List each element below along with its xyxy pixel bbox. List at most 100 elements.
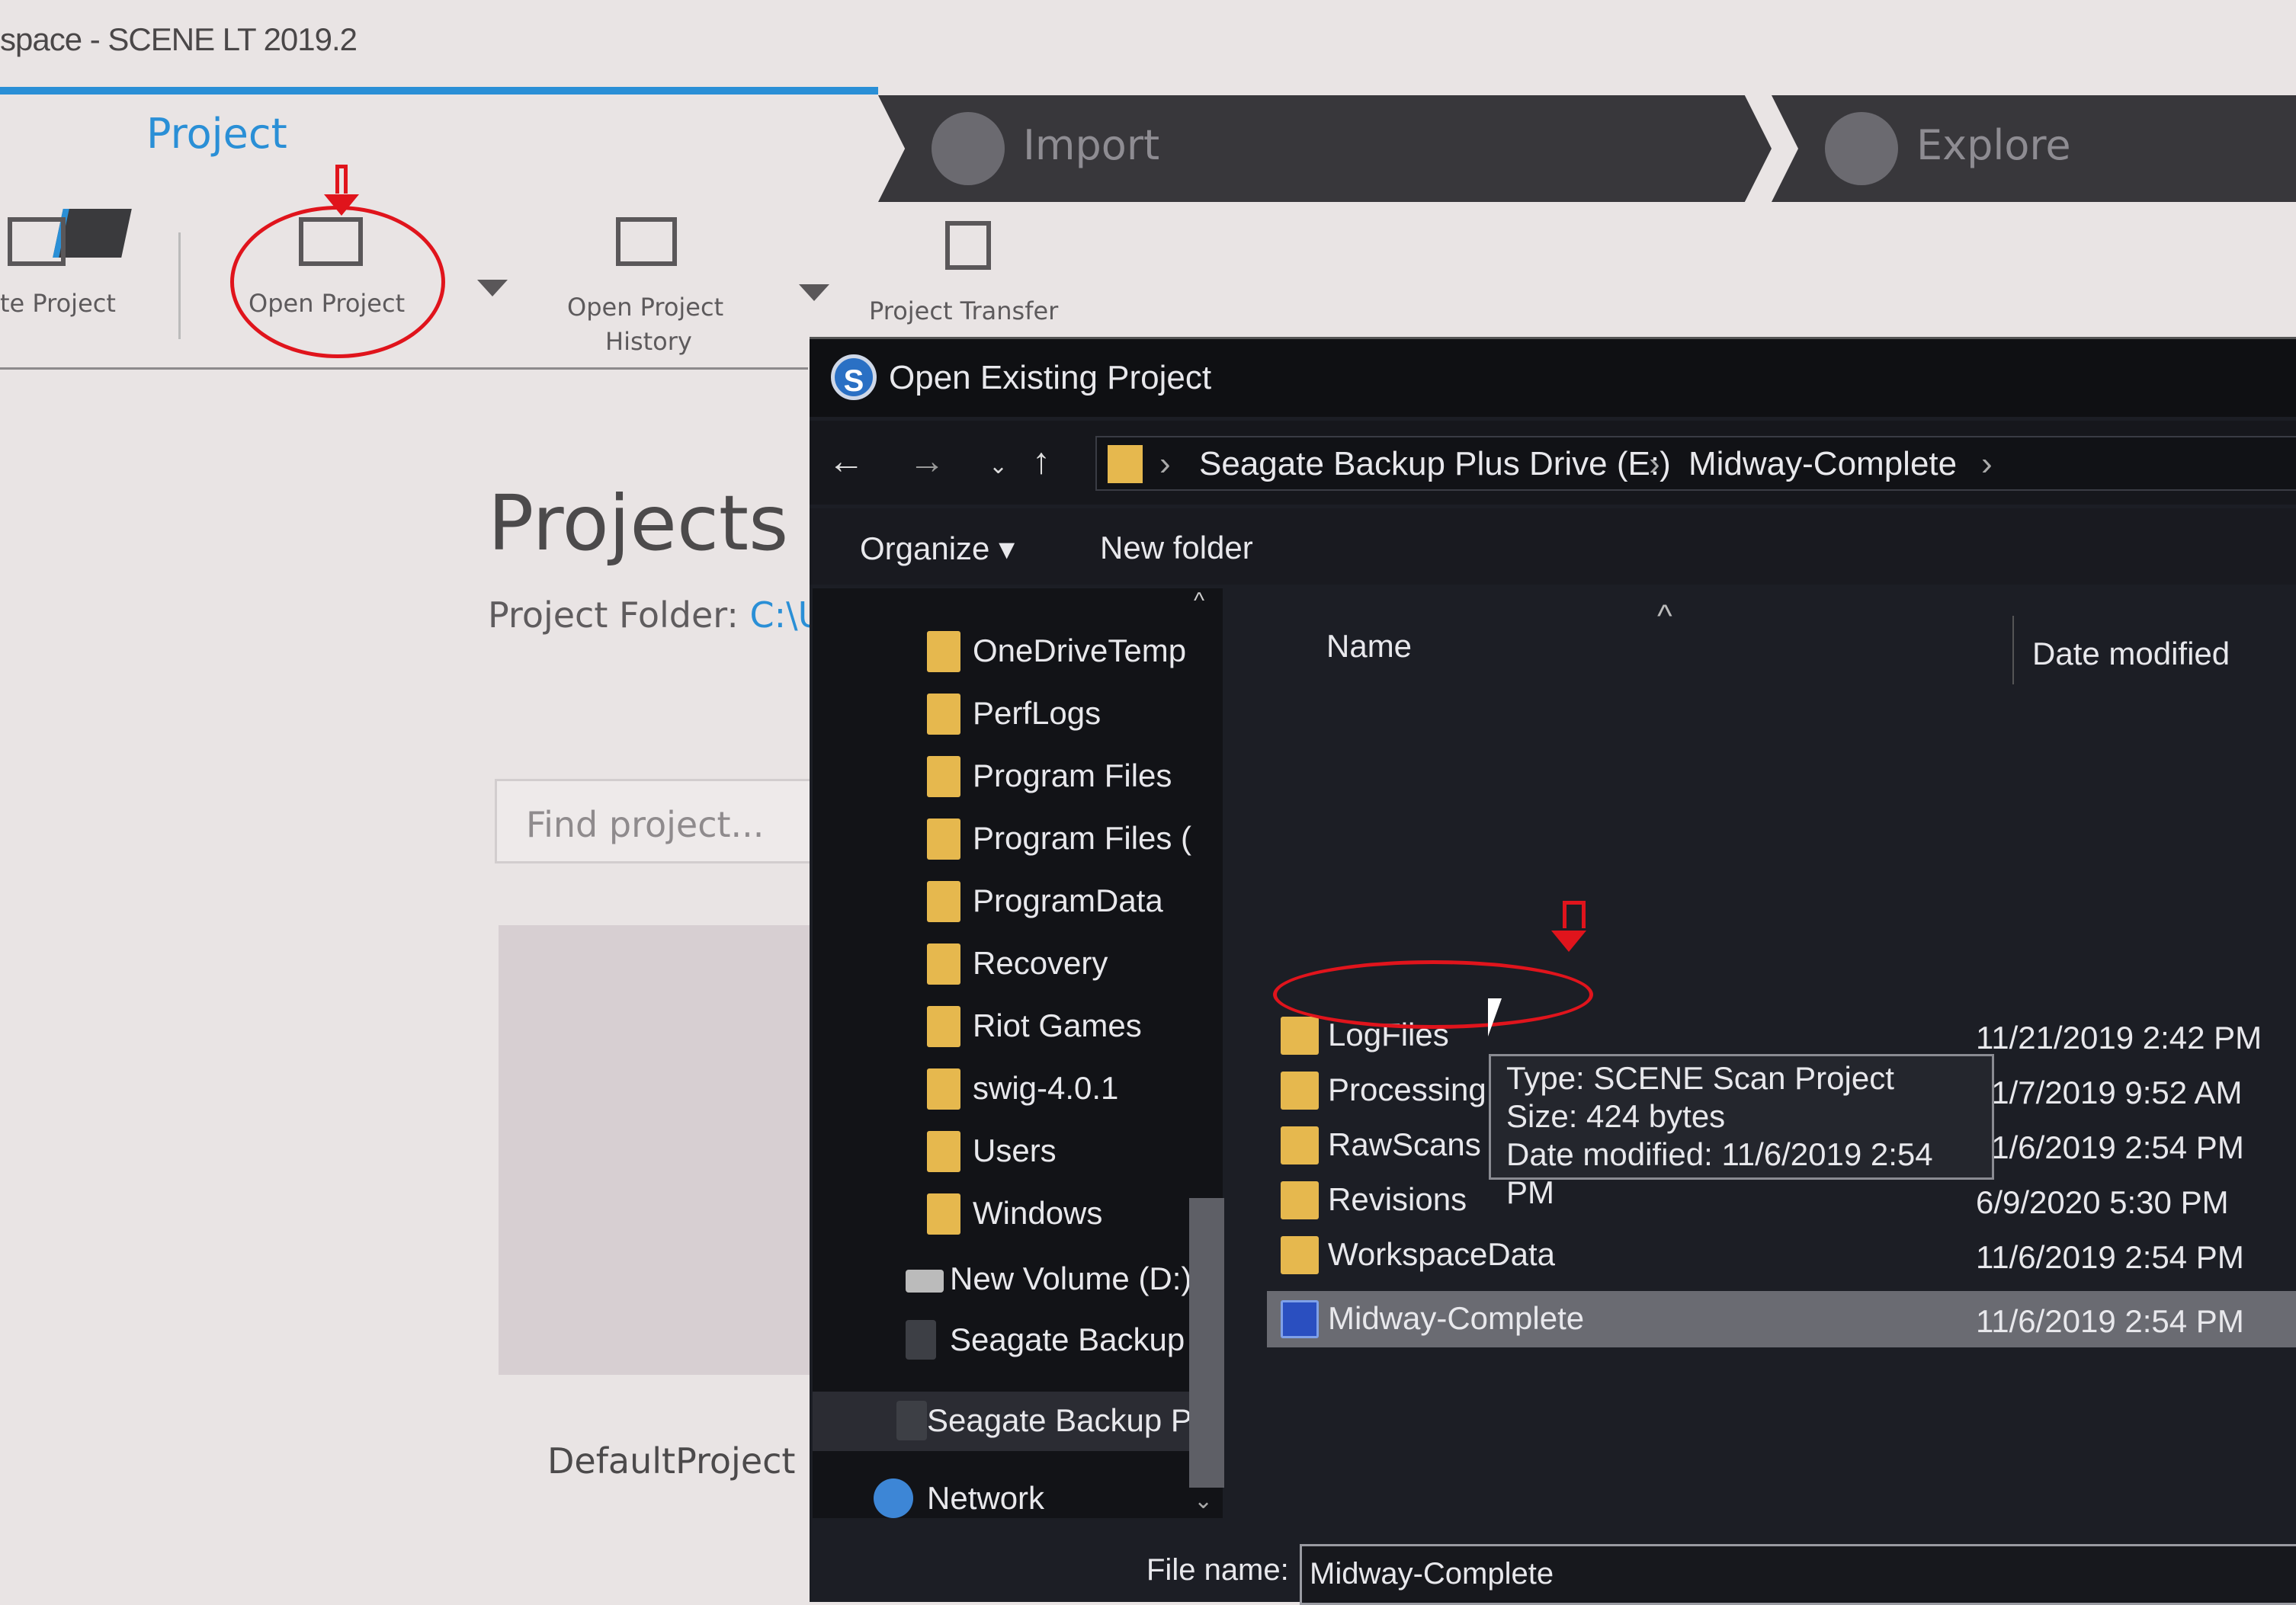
nav-item[interactable]: Recovery — [813, 934, 1209, 994]
nav-item-label: Program Files — [973, 758, 1172, 793]
project-card-thumbnail[interactable] — [499, 925, 819, 1375]
folder-icon — [1108, 445, 1143, 483]
import-icon — [932, 112, 1005, 185]
annotation-circle — [230, 206, 445, 358]
nav-item-label: Program Files ( — [973, 820, 1192, 856]
folder-icon — [1281, 1181, 1319, 1219]
project-transfer-button[interactable]: Project Transfer — [869, 202, 1082, 339]
nav-item-label: Recovery — [973, 945, 1108, 981]
dialog-title: Open Existing Project — [889, 359, 1212, 396]
annotation-arrow — [1551, 901, 1586, 952]
file-list-header: Name ^ Date modified — [1223, 588, 2296, 684]
project-folder: Project Folder: C:\U — [488, 594, 823, 636]
breadcrumb-separator: › — [1159, 445, 1171, 482]
folder-icon — [927, 756, 960, 797]
open-existing-project-dialog: S Open Existing Project ← → ⌄ ↑ › Seagat… — [810, 337, 2296, 1605]
history-folder-icon — [616, 217, 677, 266]
nav-item[interactable]: Network — [813, 1469, 1209, 1529]
folder-icon — [927, 943, 960, 985]
toolbar-divider — [178, 232, 181, 339]
tab-import[interactable]: Import — [878, 95, 1772, 202]
nav-item[interactable]: Seagate Backup — [813, 1311, 1209, 1370]
file-name-input[interactable]: Midway-Complete — [1300, 1544, 2296, 1605]
window-title: space - SCENE LT 2019.2 — [0, 21, 358, 57]
active-tab-indicator — [0, 87, 878, 95]
nav-item-label: PerfLogs — [973, 695, 1102, 731]
file-name: RawScans — [1328, 1126, 1481, 1162]
breadcrumb-drive[interactable]: Seagate Backup Plus Drive (E:) — [1199, 445, 1671, 483]
drive-icon — [896, 1401, 927, 1440]
tab-project[interactable]: Project — [0, 95, 878, 258]
file-date: 11/7/2019 9:52 AM — [1976, 1075, 2243, 1110]
breadcrumb-folder[interactable]: Midway-Complete — [1688, 445, 1957, 483]
nav-item-label: OneDriveTemp — [973, 633, 1187, 668]
organize-menu[interactable]: Organize ▾ — [860, 530, 1015, 567]
drive-icon — [906, 1270, 944, 1293]
up-arrow-icon[interactable]: ↑ — [1032, 440, 1050, 482]
nav-item[interactable]: Seagate Backup P — [813, 1392, 1209, 1451]
history-dropdown[interactable] — [799, 284, 829, 301]
file-name-label: File name: — [1146, 1553, 1289, 1587]
create-project-button[interactable]: te Project — [0, 202, 130, 324]
new-folder-button[interactable]: New folder — [1100, 530, 1253, 566]
find-project-input[interactable]: Find project... — [495, 779, 830, 863]
transfer-icon — [945, 221, 991, 270]
nav-item[interactable]: Users — [813, 1122, 1209, 1181]
nav-item[interactable]: Riot Games — [813, 997, 1209, 1056]
nav-item[interactable]: Program Files ( — [813, 809, 1209, 869]
create-folder-icon — [8, 217, 66, 266]
file-name: Processing — [1328, 1072, 1486, 1107]
create-project-label: te Project — [0, 289, 116, 318]
organize-label: Organize — [860, 530, 990, 566]
tab-label: Project — [146, 110, 287, 158]
mouse-cursor-icon — [1488, 998, 1502, 1036]
nav-item[interactable]: swig-4.0.1 — [813, 1059, 1209, 1119]
nav-item-label: ProgramData — [973, 883, 1163, 918]
tab-label: Explore — [1916, 121, 2071, 169]
open-project-history-button[interactable]: Open Project History — [556, 202, 747, 362]
nav-scrollbar[interactable] — [1189, 1198, 1224, 1488]
navigation-bar: ← → ⌄ ↑ › Seagate Backup Plus Drive (E:)… — [810, 421, 2296, 505]
folder-icon — [927, 1131, 960, 1172]
project-transfer-label: Project Transfer — [869, 296, 1059, 325]
scroll-down-chevron-icon[interactable]: ⌄ — [1194, 1488, 1213, 1514]
nav-item[interactable]: PerfLogs — [813, 684, 1209, 744]
history-label-line1: Open Project — [567, 293, 724, 322]
column-date-header[interactable]: Date modified — [2032, 636, 2230, 672]
nav-item[interactable]: Windows — [813, 1184, 1209, 1244]
folder-icon — [927, 819, 960, 860]
file-date: 11/6/2019 2:54 PM — [1976, 1239, 2244, 1275]
back-arrow-icon[interactable]: ← — [828, 440, 864, 482]
folder-icon — [927, 631, 960, 672]
file-row[interactable]: WorkspaceData 11/6/2019 2:54 PM — [1267, 1227, 2296, 1283]
file-date: 6/9/2020 5:30 PM — [1976, 1184, 2229, 1220]
file-tooltip: Type: SCENE Scan Project Size: 424 bytes… — [1489, 1054, 1994, 1210]
scroll-up-chevron-icon[interactable]: ^ — [1194, 588, 1204, 614]
column-divider[interactable] — [2012, 616, 2014, 684]
folder-icon — [1281, 1017, 1319, 1055]
nav-item[interactable]: Program Files — [813, 747, 1209, 806]
recent-locations-chevron-icon[interactable]: ⌄ — [989, 453, 1008, 479]
nav-item[interactable]: New Volume (D:) — [813, 1250, 1209, 1309]
file-date: 11/6/2019 2:54 PM — [1976, 1303, 2244, 1339]
network-icon — [874, 1478, 913, 1518]
nav-item[interactable]: ProgramData — [813, 872, 1209, 931]
annotation-circle — [1273, 960, 1593, 1029]
nav-item-label: Riot Games — [973, 1008, 1142, 1043]
forward-arrow-icon[interactable]: → — [909, 440, 945, 482]
tooltip-date: Date modified: 11/6/2019 2:54 PM — [1506, 1136, 1933, 1210]
nav-item-label: New Volume (D:) — [950, 1261, 1192, 1296]
nav-item-label: Windows — [973, 1195, 1103, 1231]
project-card-label[interactable]: DefaultProject — [547, 1440, 795, 1482]
file-name: Midway-Complete — [1328, 1300, 1585, 1336]
open-project-dropdown[interactable] — [477, 280, 508, 296]
file-row[interactable]: Midway-Complete 11/6/2019 2:54 PM — [1267, 1291, 2296, 1347]
explore-icon — [1825, 112, 1898, 185]
column-name-header[interactable]: Name — [1326, 628, 1412, 665]
address-bar[interactable]: › Seagate Backup Plus Drive (E:) › Midwa… — [1095, 436, 2296, 491]
tab-explore[interactable]: Explore — [1772, 95, 2296, 202]
nav-item[interactable]: OneDriveTemp — [813, 622, 1209, 681]
page-title: Projects — [488, 479, 789, 568]
tooltip-size: Size: 424 bytes — [1506, 1098, 1726, 1134]
history-label-line2: History — [605, 327, 692, 356]
